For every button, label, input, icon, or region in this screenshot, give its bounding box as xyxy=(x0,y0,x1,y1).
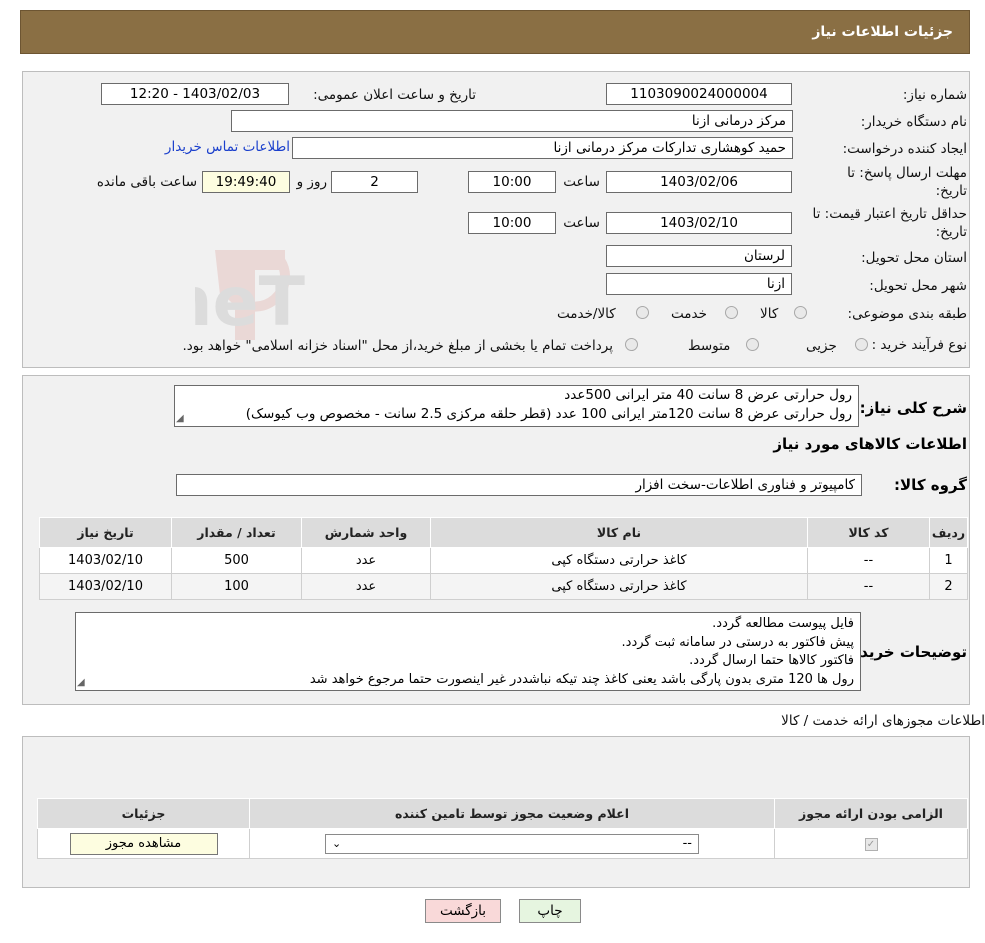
cell-row: 2 xyxy=(929,573,968,600)
buyer-note-line: فایل پیوست مطالعه گردد. xyxy=(712,616,854,631)
remaining-time-field: 19:49:40 xyxy=(202,171,290,193)
buyer-org-field: مرکز درمانی ازنا xyxy=(231,110,793,132)
page-header: جزئیات اطلاعات نیاز xyxy=(20,10,970,54)
table-row: 2 -- کاغذ حرارتی دستگاه کپی عدد 100 1403… xyxy=(39,573,968,600)
creator-label: ایجاد کننده درخواست: xyxy=(842,141,967,157)
city-label: شهر محل تحویل: xyxy=(869,278,967,294)
treasury-radio[interactable] xyxy=(625,338,638,351)
cell-row: 1 xyxy=(929,547,968,574)
process-label: نوع فرآیند خرید : xyxy=(871,337,967,353)
validity-label-date: تاریخ: xyxy=(935,224,967,240)
cell-qty: 500 xyxy=(171,547,302,574)
permit-status-select[interactable]: -- ⌄ xyxy=(325,833,699,854)
permits-table-header: الزامی بودن ارائه مجوز اعلام وضعیت مجوز … xyxy=(37,798,968,829)
deadline-time-field: 10:00 xyxy=(468,171,556,193)
svg-text:AriaTender.neT: AriaTender.neT xyxy=(195,263,306,342)
cell-date: 1403/02/10 xyxy=(39,573,172,600)
cell-unit: عدد xyxy=(301,573,431,600)
cell-name: کاغذ حرارتی دستگاه کپی xyxy=(430,573,808,600)
category-option-service: خدمت xyxy=(671,306,707,322)
validity-label: حداقل تاریخ اعتبار قیمت: تا xyxy=(812,206,967,222)
permit-status-cell: -- ⌄ xyxy=(249,828,775,859)
col-unit: واحد شمارش xyxy=(301,517,431,548)
buyer-note-line: رول ها 120 متری بدون پارگی باشد یعنی کاغ… xyxy=(309,671,854,687)
table-row: 1 -- کاغذ حرارتی دستگاه کپی عدد 500 1403… xyxy=(39,547,968,574)
deadline-time-label: ساعت xyxy=(563,174,600,190)
need-number-label: شماره نیاز: xyxy=(902,87,967,103)
chevron-down-icon: ⌄ xyxy=(332,836,342,850)
table-row: ✓ -- ⌄ مشاهده مجوز xyxy=(37,828,968,859)
cell-code: -- xyxy=(807,547,930,574)
col-row: ردیف xyxy=(929,517,968,548)
validity-time-field: 10:00 xyxy=(468,212,556,234)
cell-date: 1403/02/10 xyxy=(39,547,172,574)
permit-details-cell: مشاهده مجوز xyxy=(37,828,250,859)
cell-name: کاغذ حرارتی دستگاه کپی xyxy=(430,547,808,574)
goods-section-title: اطلاعات کالاهای مورد نیاز xyxy=(773,435,967,453)
buyer-note-line: پیش فاکتور به درستی در سامانه ثبت گردد. xyxy=(621,634,854,650)
permits-title: اطلاعات مجوزهای ارائه خدمت / کالا xyxy=(781,713,985,729)
cell-qty: 100 xyxy=(171,573,302,600)
process-option-minor: جزیی xyxy=(806,338,837,354)
back-button[interactable]: بازگشت xyxy=(425,899,501,923)
col-permit-details: جزئیات xyxy=(37,798,250,829)
category-radio-goods-service[interactable] xyxy=(636,306,649,319)
cell-code: -- xyxy=(807,573,930,600)
city-field: ازنا xyxy=(606,273,792,295)
permit-status-value: -- xyxy=(682,835,692,851)
goods-table-header: ردیف کد کالا نام کالا واحد شمارش تعداد /… xyxy=(39,517,968,548)
days-field: 2 xyxy=(331,171,418,193)
buyer-notes-textarea[interactable]: فایل پیوست مطالعه گردد. پیش فاکتور به در… xyxy=(75,612,861,691)
print-button[interactable]: چاپ xyxy=(519,899,581,923)
category-radio-goods[interactable] xyxy=(794,306,807,319)
category-radio-service[interactable] xyxy=(725,306,738,319)
description-line-2: رول حرارتی عرض 8 سانت 120متر ایرانی 100 … xyxy=(245,406,852,422)
category-label: طبقه بندی موضوعی: xyxy=(847,306,967,322)
deadline-date-field: 1403/02/06 xyxy=(606,171,792,193)
description-label: شرح کلی نیاز: xyxy=(859,399,967,417)
goods-group-field: کامپیوتر و فناوری اطلاعات-سخت افزار xyxy=(176,474,862,496)
goods-table: ردیف کد کالا نام کالا واحد شمارش تعداد /… xyxy=(39,517,968,600)
permits-table: الزامی بودن ارائه مجوز اعلام وضعیت مجوز … xyxy=(37,798,968,859)
category-option-goods-service: کالا/خدمت xyxy=(557,306,616,322)
process-radio-minor[interactable] xyxy=(855,338,868,351)
days-label: روز و xyxy=(296,174,327,190)
province-field: لرستان xyxy=(606,245,792,267)
validity-date-field: 1403/02/10 xyxy=(606,212,792,234)
permit-required-checkbox[interactable]: ✓ xyxy=(864,838,878,851)
announce-label: تاریخ و ساعت اعلان عمومی: xyxy=(313,87,476,103)
contact-buyer-link[interactable]: اطلاعات تماس خریدار xyxy=(165,139,290,155)
announce-field: 1403/02/03 - 12:20 xyxy=(101,83,289,105)
page-title: جزئیات اطلاعات نیاز xyxy=(812,24,953,40)
resize-grip-icon[interactable]: ◢ xyxy=(176,413,184,424)
col-permit-status: اعلام وضعیت مجوز توسط تامین کننده xyxy=(249,798,775,829)
view-permit-button[interactable]: مشاهده مجوز xyxy=(69,832,218,855)
need-number-field: 1103090024000004 xyxy=(606,83,792,105)
process-note: پرداخت تمام یا بخشی از مبلغ خرید،از محل … xyxy=(182,338,613,354)
validity-time-label: ساعت xyxy=(563,215,600,231)
process-option-medium: متوسط xyxy=(688,338,731,354)
province-label: استان محل تحویل: xyxy=(861,250,967,266)
cell-unit: عدد xyxy=(301,547,431,574)
permit-required-cell: ✓ xyxy=(774,828,968,859)
resize-grip-icon[interactable]: ◢ xyxy=(77,677,85,688)
permits-table-wrap: الزامی بودن ارائه مجوز اعلام وضعیت مجوز … xyxy=(37,798,968,859)
deadline-label: مهلت ارسال پاسخ: تا xyxy=(847,165,967,181)
remaining-time-label: ساعت باقی مانده xyxy=(96,174,197,190)
col-date: تاریخ نیاز xyxy=(39,517,172,548)
process-radio-medium[interactable] xyxy=(746,338,759,351)
col-qty: تعداد / مقدار xyxy=(171,517,302,548)
goods-group-label: گروه کالا: xyxy=(894,476,967,494)
creator-field: حمید کوهشاری تداركات مرکز درمانی ازنا xyxy=(292,137,793,159)
col-permit-required: الزامی بودن ارائه مجوز xyxy=(774,798,968,829)
deadline-label-date: تاریخ: xyxy=(935,183,967,199)
buyer-org-label: نام دستگاه خریدار: xyxy=(860,114,967,130)
buyer-note-line: فاکتور کالاها حتما ارسال گردد. xyxy=(689,653,854,668)
goods-table-wrap: ردیف کد کالا نام کالا واحد شمارش تعداد /… xyxy=(39,517,968,600)
col-name: نام کالا xyxy=(430,517,808,548)
description-textarea[interactable]: رول حرارتی عرض 8 سانت 40 متر ایرانی 500ع… xyxy=(174,385,859,427)
category-option-goods: کالا xyxy=(760,306,779,322)
col-code: کد کالا xyxy=(807,517,930,548)
description-line-1: رول حرارتی عرض 8 سانت 40 متر ایرانی 500ع… xyxy=(564,387,852,403)
